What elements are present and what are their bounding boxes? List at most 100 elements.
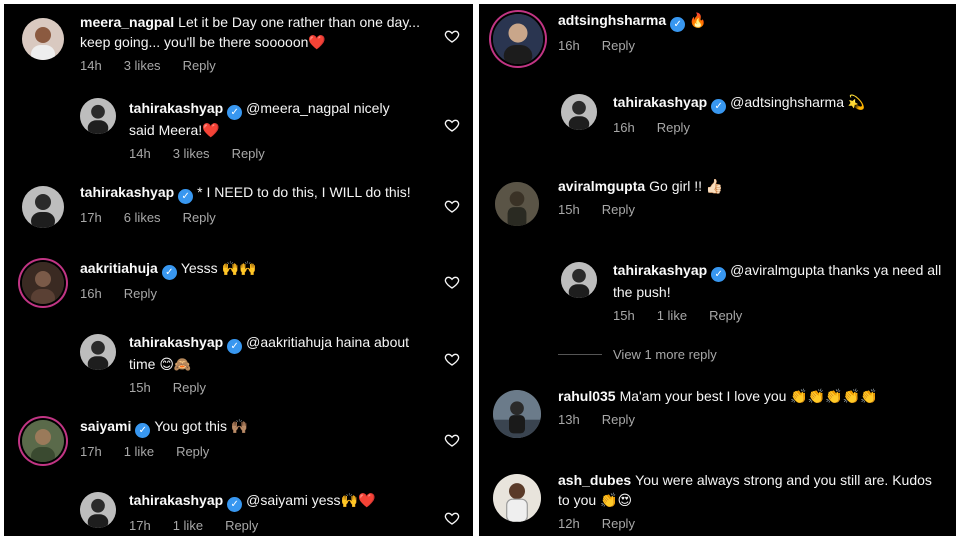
comment-body: tahirakashyap ✓ @saiyami yess🙌❤️ 17h 1 like… (129, 490, 429, 534)
reply-button[interactable]: Reply (176, 444, 209, 459)
comment-meta: 17h 6 likes Reply (80, 210, 430, 226)
reply-button[interactable]: Reply (232, 146, 265, 161)
verified-badge-icon: ✓ (178, 189, 194, 204)
comment-body: aviralmgupta Go girl !! 👍🏻 15h Reply (558, 176, 898, 218)
username[interactable]: rahul035 (558, 388, 616, 404)
username[interactable]: tahirakashyap (129, 100, 223, 116)
comment-meta: 12h Reply (558, 516, 938, 532)
reply-button[interactable]: Reply (173, 380, 206, 395)
username[interactable]: tahirakashyap (129, 334, 223, 350)
view-more-divider (558, 354, 602, 355)
avatar[interactable] (22, 186, 64, 228)
reply-item: tahirakashyap ✓ @aakritiahuja haina about … (4, 330, 473, 400)
likes-count[interactable]: 1 like (124, 444, 154, 459)
username[interactable]: saiyami (80, 418, 131, 434)
reply-button[interactable]: Reply (709, 308, 742, 323)
comment-text: 🔥 (689, 12, 707, 28)
timestamp: 14h (129, 146, 151, 161)
username[interactable]: tahirakashyap (613, 262, 707, 278)
heart-outline-icon[interactable] (444, 432, 460, 448)
username[interactable]: aakritiahuja (80, 260, 158, 276)
timestamp: 16h (80, 286, 102, 301)
reply-item: tahirakashyap ✓ @aviralmgupta thanks ya ne… (479, 258, 956, 332)
username[interactable]: tahirakashyap (80, 184, 174, 200)
comment-meta: 17h 1 like Reply (129, 518, 429, 534)
timestamp: 15h (613, 308, 635, 323)
timestamp: 16h (613, 120, 635, 135)
likes-count[interactable]: 6 likes (124, 210, 161, 225)
reply-button[interactable]: Reply (602, 412, 635, 427)
username[interactable]: ash_dubes (558, 472, 631, 488)
reply-button[interactable]: Reply (183, 210, 216, 225)
comment-body: tahirakashyap ✓ @aakritiahuja haina about … (129, 332, 429, 396)
avatar[interactable] (22, 18, 64, 60)
comment-text: Yesss 🙌🙌 (180, 260, 257, 276)
comment-body: meera_nagpal Let it be Day one rather tha… (80, 12, 420, 74)
verified-badge-icon: ✓ (227, 339, 243, 354)
username[interactable]: tahirakashyap (129, 492, 223, 508)
timestamp: 15h (558, 202, 580, 217)
avatar[interactable] (80, 334, 116, 370)
reply-item: tahirakashyap ✓ @saiyami yess🙌❤️ 17h 1 like… (4, 488, 473, 536)
comment-item: rahul035 Ma'am your best I love you 👏👏👏👏👏… (479, 384, 956, 448)
likes-count[interactable]: 1 like (173, 518, 203, 533)
reply-button[interactable]: Reply (225, 518, 258, 533)
comment-body: adtsinghsharma ✓ 🔥 16h Reply (558, 10, 898, 54)
heart-outline-icon[interactable] (444, 28, 460, 44)
reply-button[interactable]: Reply (602, 516, 635, 531)
timestamp: 13h (558, 412, 580, 427)
verified-badge-icon: ✓ (711, 99, 727, 114)
heart-outline-icon[interactable] (444, 117, 460, 133)
comment-meta: 13h Reply (558, 412, 938, 428)
comments-panel-right: adtsinghsharma ✓ 🔥 16h Reply tahirakashyap ✓… (479, 4, 956, 536)
comment-meta: 16h Reply (80, 286, 430, 302)
username[interactable]: meera_nagpal (80, 14, 174, 30)
avatar[interactable] (561, 94, 597, 130)
heart-outline-icon[interactable] (444, 351, 460, 367)
reply-item: tahirakashyap ✓ @meera_nagpal nicely said … (4, 92, 473, 162)
avatar[interactable] (495, 182, 539, 226)
username[interactable]: aviralmgupta (558, 178, 645, 194)
avatar[interactable] (80, 98, 116, 134)
avatar[interactable] (493, 390, 541, 438)
reply-button[interactable]: Reply (657, 120, 690, 135)
timestamp: 17h (80, 210, 102, 225)
likes-count[interactable]: 1 like (657, 308, 687, 323)
avatar[interactable] (493, 14, 543, 64)
comment-text: Go girl !! 👍🏻 (649, 178, 724, 194)
avatar[interactable] (22, 262, 64, 304)
username[interactable]: tahirakashyap (613, 94, 707, 110)
reply-item: tahirakashyap ✓ @adtsinghsharma 💫 16h Reply (479, 90, 956, 150)
heart-outline-icon[interactable] (444, 198, 460, 214)
avatar[interactable] (561, 262, 597, 298)
view-more-replies-button[interactable]: View 1 more reply (613, 347, 717, 362)
likes-count[interactable]: 3 likes (124, 58, 161, 73)
reply-button[interactable]: Reply (183, 58, 216, 73)
comment-item: tahirakashyap ✓ * I NEED to do this, I WIL… (4, 174, 473, 244)
avatar[interactable] (80, 492, 116, 528)
comment-item: ash_dubes You were always strong and you … (479, 468, 956, 536)
avatar[interactable] (22, 420, 64, 462)
comment-item: aakritiahuja ✓ Yesss 🙌🙌 16h Reply (4, 252, 473, 322)
reply-button[interactable]: Reply (602, 202, 635, 217)
comment-text: You got this 🙌🏽 (154, 418, 249, 434)
comment-body: ash_dubes You were always strong and you … (558, 470, 938, 532)
timestamp: 14h (80, 58, 102, 73)
likes-count[interactable]: 3 likes (173, 146, 210, 161)
comment-body: aakritiahuja ✓ Yesss 🙌🙌 16h Reply (80, 258, 430, 302)
timestamp: 17h (80, 444, 102, 459)
reply-button[interactable]: Reply (602, 38, 635, 53)
comment-body: tahirakashyap ✓ @adtsinghsharma 💫 16h Reply (613, 92, 943, 136)
avatar[interactable] (493, 474, 541, 522)
timestamp: 15h (129, 380, 151, 395)
comment-meta: 14h 3 likes Reply (80, 58, 420, 74)
comment-item: saiyami ✓ You got this 🙌🏽 17h 1 like Reply (4, 410, 473, 480)
comment-meta: 16h Reply (613, 120, 943, 136)
verified-badge-icon: ✓ (227, 497, 243, 512)
verified-badge-icon: ✓ (161, 265, 177, 280)
username[interactable]: adtsinghsharma (558, 12, 666, 28)
heart-outline-icon[interactable] (444, 510, 460, 526)
heart-outline-icon[interactable] (444, 274, 460, 290)
comment-meta: 14h 3 likes Reply (129, 146, 419, 162)
reply-button[interactable]: Reply (124, 286, 157, 301)
